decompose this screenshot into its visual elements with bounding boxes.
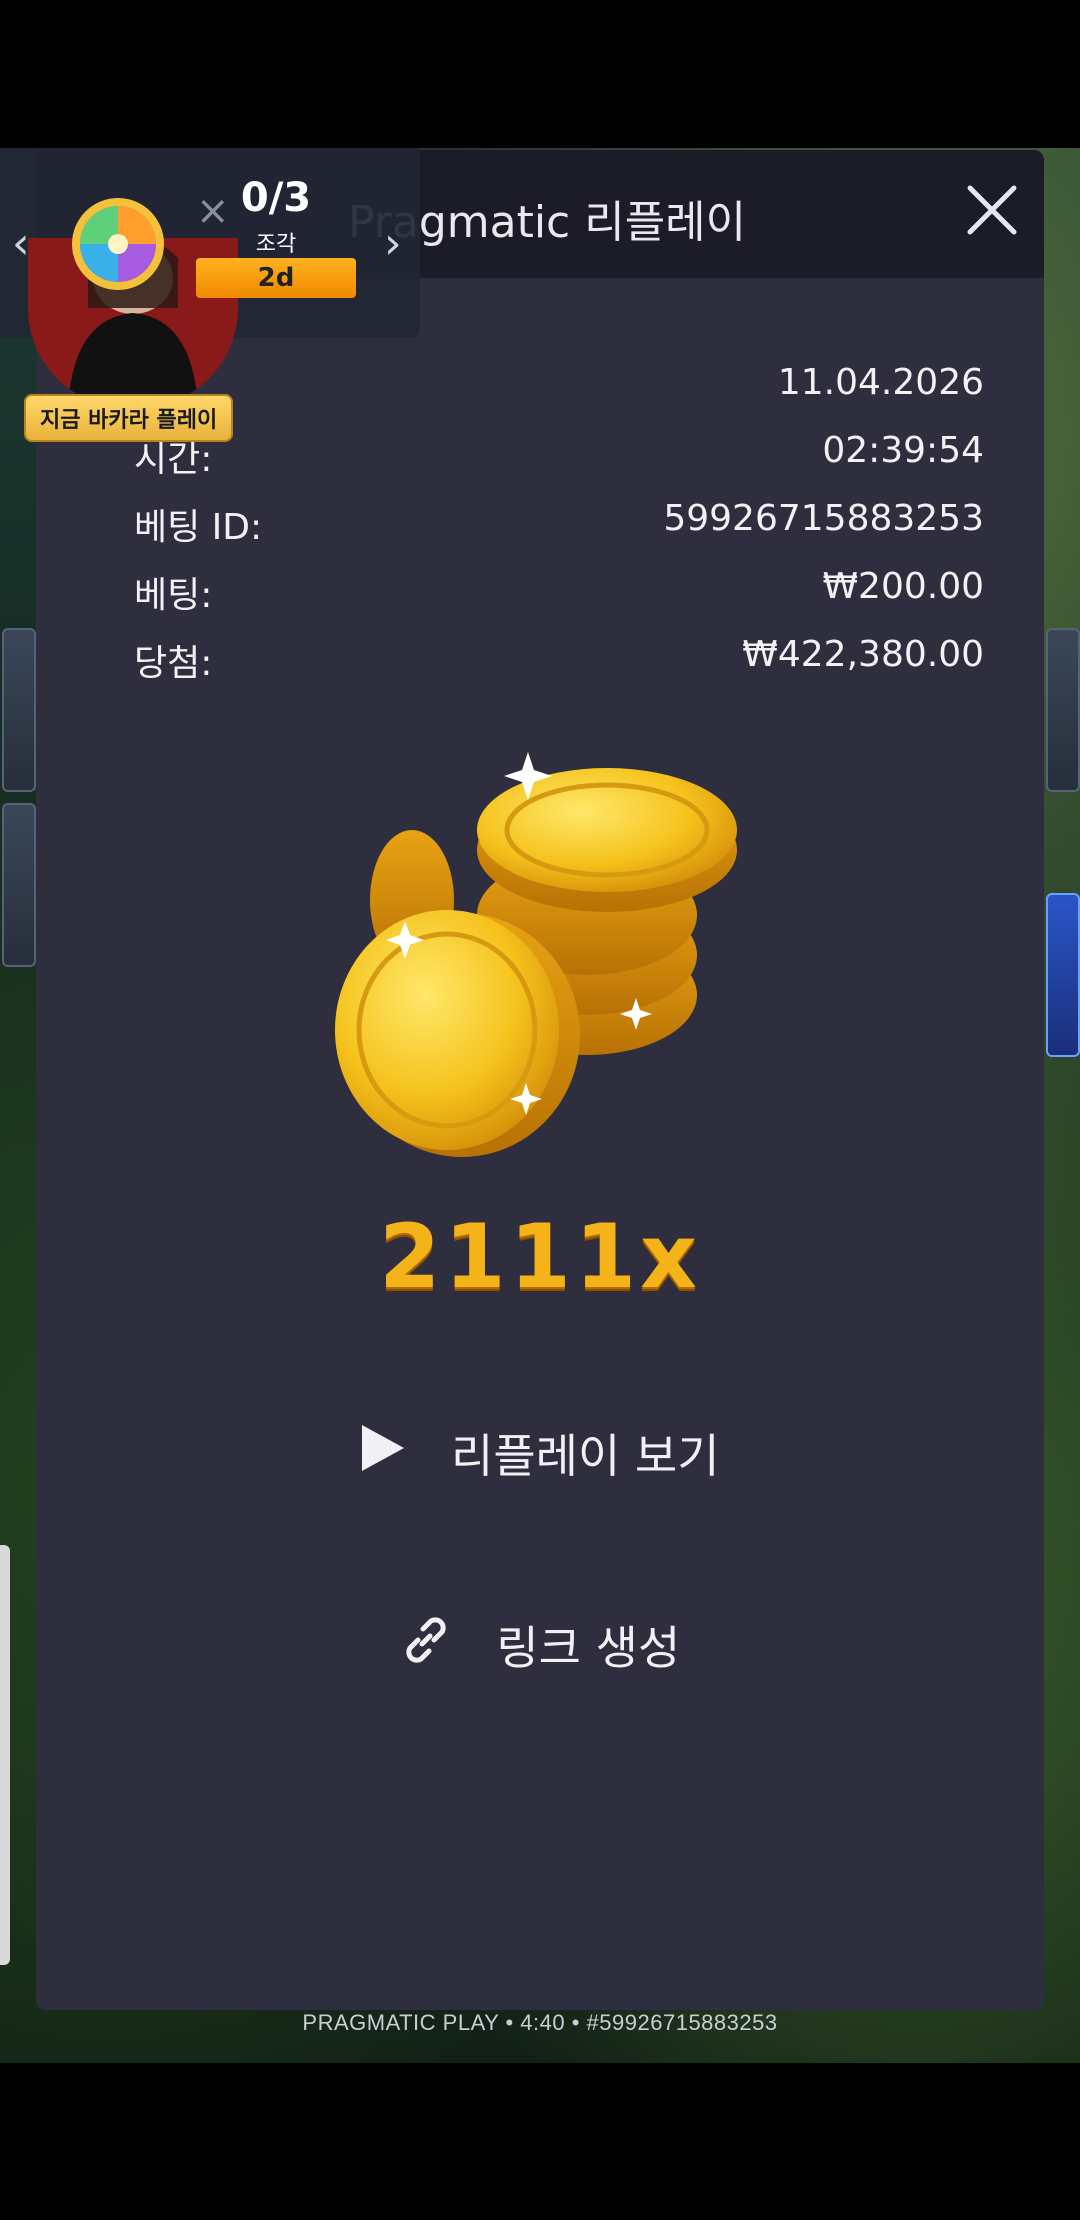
close-icon [967,185,1017,235]
link-icon [400,1614,452,1677]
create-link-button[interactable]: 링크 생성 [0,1612,1080,1678]
play-icon [360,1423,406,1484]
time-left-badge: 2d [196,258,356,298]
bet-label: 베팅: [134,575,213,616]
gold-coins-icon [335,752,737,1157]
chevron-left-icon[interactable]: ‹ [12,218,30,269]
bet-id-value: 59926715883253 [663,498,984,539]
bet-row: 베팅: ₩200.00 [134,566,984,616]
win-value: ₩422,380.00 [742,634,984,675]
time-row: 시간: 02:39:54 [134,430,984,480]
reel-tile [1046,893,1080,1057]
watch-replay-button[interactable]: 리플레이 보기 [0,1420,1080,1486]
bet-id-row: 베팅 ID: 59926715883253 [134,498,984,548]
win-multiplier: 2111x [379,1205,701,1308]
game-footer: PRAGMATIC PLAY • 4:40 • #59926715883253 [0,2010,1080,2062]
create-link-label: 링크 생성 [496,1621,681,1675]
time-value: 02:39:54 [822,430,984,471]
reel-tile [2,803,36,967]
bet-id-label: 베팅 ID: [134,507,263,548]
close-button[interactable] [962,180,1022,240]
reel-tile [1046,628,1080,792]
reel-tile [2,628,36,792]
date-row: 11.04.2026 [134,362,984,412]
bet-value: ₩200.00 [822,566,984,607]
side-drawer-handle[interactable] [0,1545,10,1965]
pieces-count: 0/3 [240,175,312,221]
pieces-unit: 조각 [255,232,297,257]
win-label: 당첨: [134,643,213,684]
chevron-right-icon[interactable]: › [384,218,402,269]
date-value: 11.04.2026 [777,362,984,403]
play-baccarat-button[interactable]: 지금 바카라 플레이 [24,394,234,442]
footer-text: PRAGMATIC PLAY • 4:40 • #59926715883253 [302,2010,778,2035]
prize-wheel-icon [72,198,164,290]
watch-replay-label: 리플레이 보기 [451,1429,720,1483]
